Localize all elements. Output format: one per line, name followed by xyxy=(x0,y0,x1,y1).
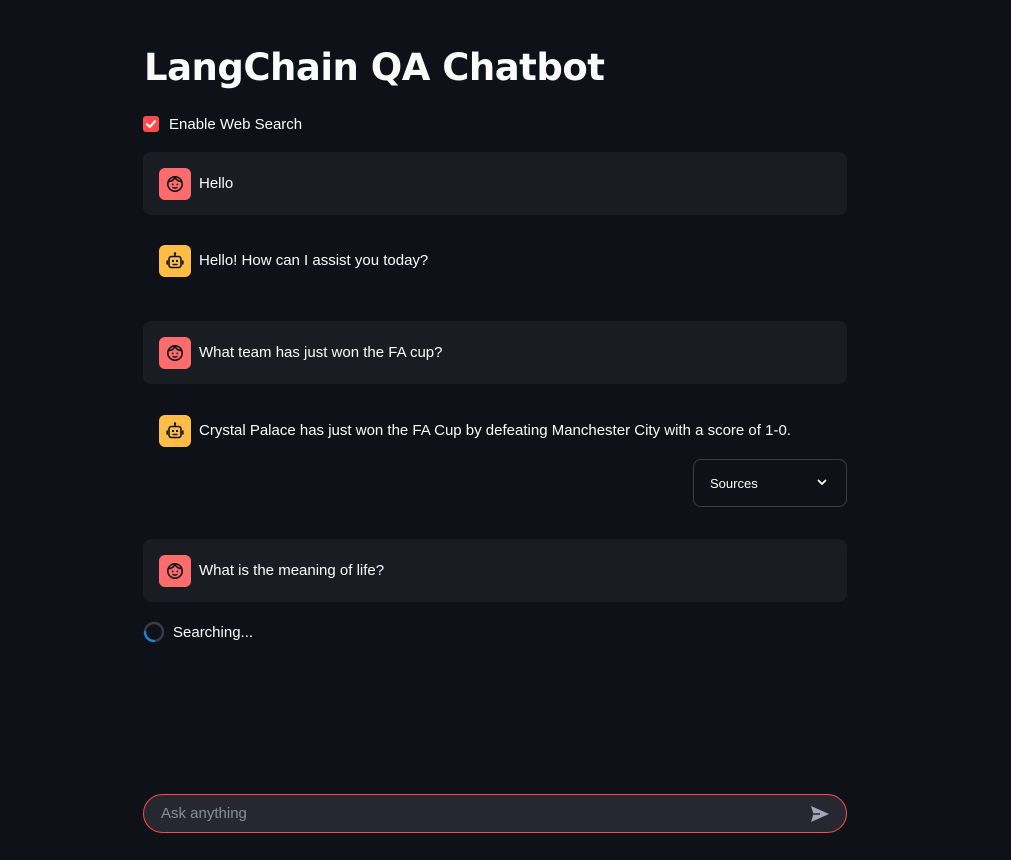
send-button[interactable] xyxy=(800,795,840,832)
spinner-icon xyxy=(143,621,165,643)
chat-message-assistant: Hello! How can I assist you today? xyxy=(143,229,847,293)
message-text: Hello! How can I assist you today? xyxy=(199,252,429,269)
sources-label: Sources xyxy=(710,475,758,491)
status-text: Searching... xyxy=(173,623,254,641)
status-indicator: Searching... xyxy=(143,621,253,643)
chevron-down-icon xyxy=(816,476,828,491)
message-text: Crystal Palace has just won the FA Cup b… xyxy=(199,422,791,439)
message-text: What team has just won the FA cup? xyxy=(199,344,443,361)
message-text: What is the meaning of life? xyxy=(199,562,385,579)
chat-message-user: What is the meaning of life? xyxy=(143,539,847,602)
chat-message-user: What team has just won the FA cup? xyxy=(143,321,847,384)
robot-icon xyxy=(159,245,191,277)
chat-message-assistant: Crystal Palace has just won the FA Cup b… xyxy=(143,399,847,463)
user-face-icon xyxy=(159,555,191,587)
checkbox-checked-icon[interactable] xyxy=(143,116,159,132)
chat-input[interactable] xyxy=(144,795,800,832)
robot-icon xyxy=(159,415,191,447)
page-title: LangChain QA Chatbot xyxy=(144,46,605,89)
message-text: Hello xyxy=(199,175,234,192)
chat-input-container xyxy=(143,794,847,833)
web-search-label: Enable Web Search xyxy=(169,115,303,133)
chat-message-user: Hello xyxy=(143,152,847,215)
user-face-icon xyxy=(159,168,191,200)
app-page: LangChain QA Chatbot Enable Web Search H… xyxy=(0,0,1011,860)
user-face-icon xyxy=(159,337,191,369)
web-search-checkbox[interactable]: Enable Web Search xyxy=(143,114,302,134)
sources-expander[interactable]: Sources xyxy=(693,459,847,507)
send-icon xyxy=(811,805,829,822)
